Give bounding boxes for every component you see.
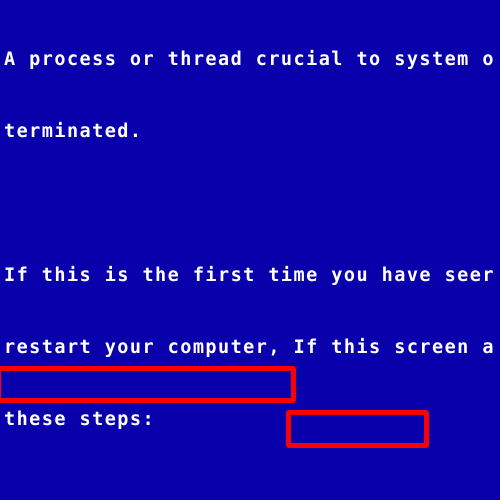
bsod-line-spacer xyxy=(4,192,500,216)
annotation-box-technical-information xyxy=(0,366,296,403)
annotation-box-stop-parameter xyxy=(286,410,429,448)
bsod-screen: A process or thread crucial to system o … xyxy=(0,0,500,500)
bsod-line: If this is the first time you have seer xyxy=(4,265,495,286)
bsod-line-spacer xyxy=(4,480,500,500)
bsod-line: A process or thread crucial to system o xyxy=(4,49,495,70)
bsod-line: restart your computer, If this screen a xyxy=(4,337,495,358)
bsod-line: terminated. xyxy=(4,121,143,142)
